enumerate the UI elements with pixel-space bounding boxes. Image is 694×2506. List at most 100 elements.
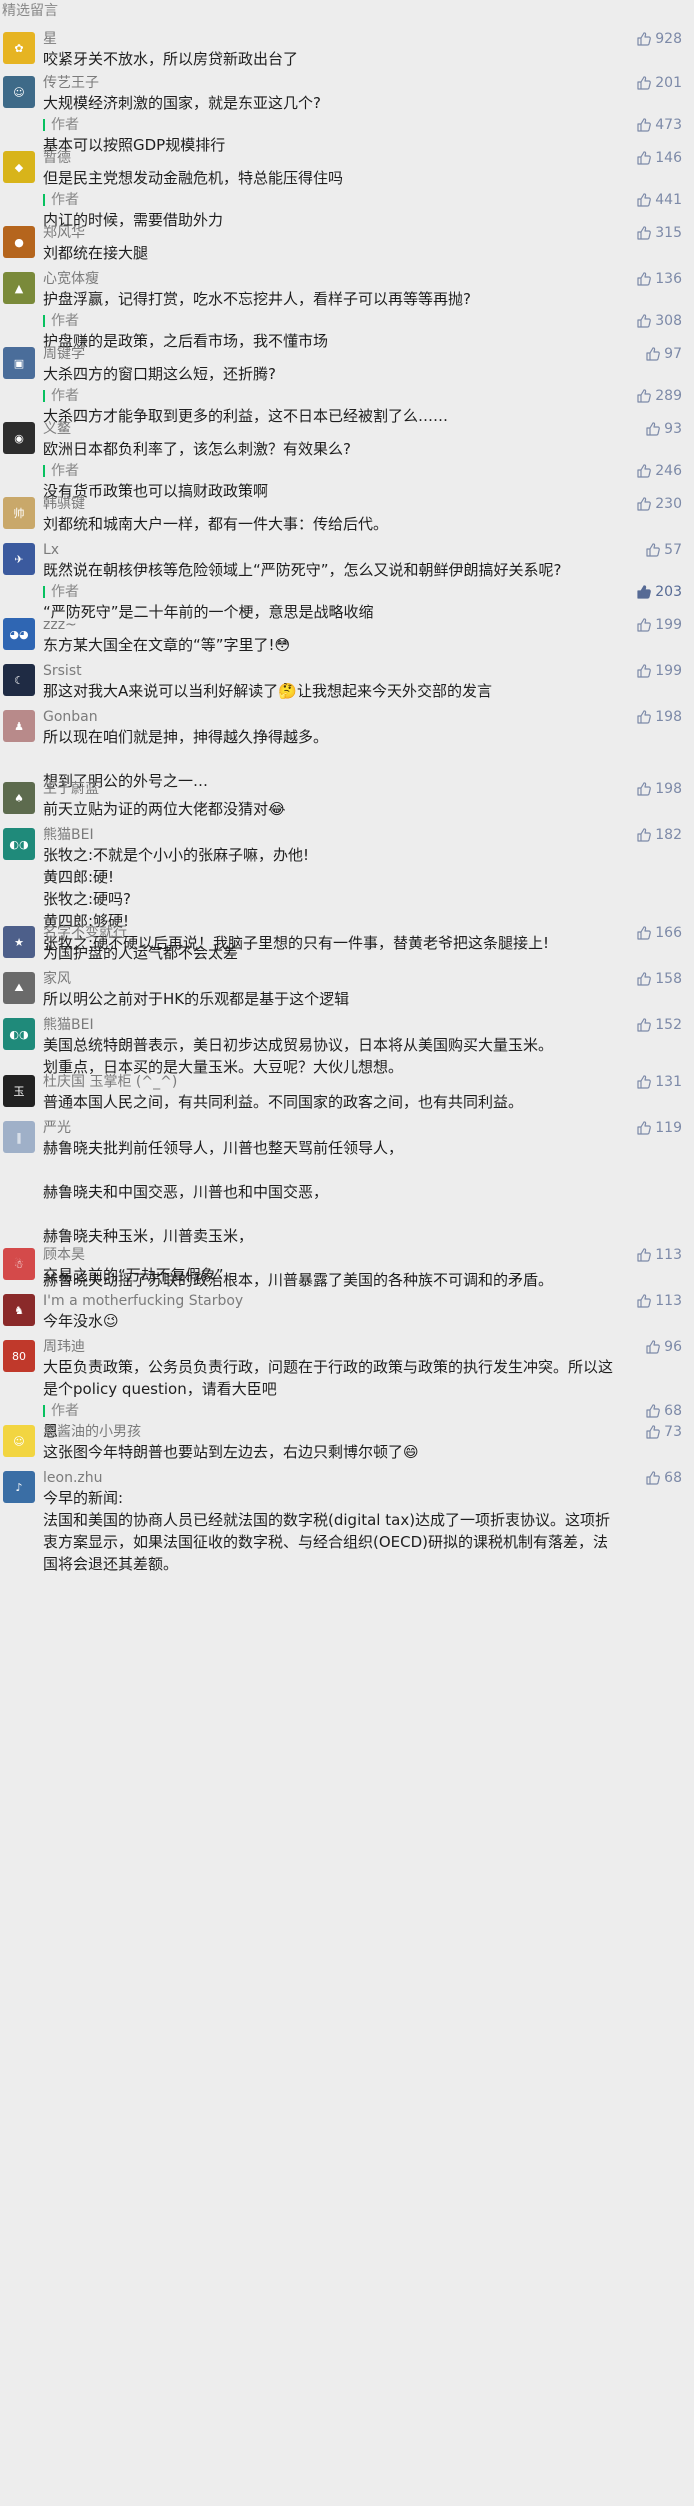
- comment-body: I'm a motherfucking Starboy 今年没水😉: [43, 1292, 682, 1332]
- like-count: 246: [655, 463, 682, 479]
- avatar[interactable]: ☃: [3, 1248, 35, 1280]
- thumbs-up-icon: [636, 584, 655, 600]
- avatar[interactable]: ◐◑: [3, 828, 35, 860]
- thumbs-up-icon: [645, 1403, 664, 1419]
- like-count: 131: [655, 1074, 682, 1090]
- like-button[interactable]: 182: [636, 826, 682, 844]
- commenter-name: zzz~: [43, 617, 77, 633]
- like-button[interactable]: 166: [636, 924, 682, 942]
- avatar[interactable]: ●: [3, 226, 35, 258]
- avatar[interactable]: ◆: [3, 151, 35, 183]
- commenter-name: Lx: [43, 542, 60, 558]
- comment-body: 杜庆国 玉掌柜 (^_^) 普通本国人民之间，有共同利益。不同国家的政客之间，也有…: [43, 1073, 682, 1113]
- like-count: 96: [664, 1339, 682, 1355]
- commenter-name: 家风: [43, 971, 71, 987]
- like-button[interactable]: 96: [645, 1338, 682, 1356]
- avatar[interactable]: ♞: [3, 1294, 35, 1326]
- avatar-glyph: ☾: [14, 673, 24, 687]
- avatar[interactable]: ◐◑: [3, 1018, 35, 1050]
- like-button[interactable]: 928: [636, 30, 682, 48]
- avatar[interactable]: ▲: [3, 272, 35, 304]
- like-button[interactable]: 119: [636, 1119, 682, 1137]
- like-button[interactable]: 198: [636, 708, 682, 726]
- comment-text: 这张图今年特朗普也要站到左边去，右边只剩博尔顿了😄: [43, 1443, 419, 1461]
- like-button[interactable]: 230: [636, 495, 682, 513]
- avatar[interactable]: ☾: [3, 664, 35, 696]
- avatar-glyph: ♞: [14, 1303, 24, 1317]
- like-button[interactable]: 152: [636, 1016, 682, 1034]
- avatar[interactable]: ‖: [3, 1121, 35, 1153]
- comment-text: 大规模经济刺激的国家，就是东亚这几个?: [43, 94, 321, 112]
- avatar[interactable]: ✈: [3, 543, 35, 575]
- like-button[interactable]: 146: [636, 149, 682, 167]
- comment-item: ● 郑风华 刘都统在接大腿 315: [0, 224, 694, 264]
- like-button[interactable]: 73: [645, 1423, 682, 1441]
- avatar[interactable]: ⛰: [3, 972, 35, 1004]
- comment-body: 传艺王子 大规模经济刺激的国家，就是东亚这几个? 作者 基本可以按照GDP规模排行: [43, 74, 682, 156]
- thumbs-up-icon: [636, 192, 655, 208]
- author-label: 作者: [51, 1403, 79, 1419]
- reply-like-button[interactable]: 308: [636, 312, 682, 330]
- commenter-name: Gonban: [43, 709, 98, 725]
- comment-text: 美国总统特朗普表示，美日初步达成贸易协议，日本将从美国购买大量玉米。 划重点，日…: [43, 1036, 554, 1076]
- reply-like-button[interactable]: 289: [636, 387, 682, 405]
- like-button[interactable]: 113: [636, 1292, 682, 1310]
- avatar[interactable]: ☺: [3, 76, 35, 108]
- thumbs-up-icon: [636, 117, 655, 133]
- thumbs-up-icon: [636, 1247, 655, 1263]
- avatar[interactable]: ◕◕: [3, 618, 35, 650]
- like-button[interactable]: 131: [636, 1073, 682, 1091]
- like-button[interactable]: 315: [636, 224, 682, 242]
- comment-text: 刘都统在接大腿: [43, 244, 149, 262]
- thumbs-up-icon: [636, 617, 655, 633]
- like-button[interactable]: 68: [645, 1469, 682, 1487]
- thumbs-up-icon: [645, 1424, 664, 1440]
- avatar[interactable]: ♟: [3, 710, 35, 742]
- author-tag: 作者: [43, 387, 622, 405]
- thumbs-up-icon: [645, 346, 664, 362]
- like-button[interactable]: 198: [636, 780, 682, 798]
- avatar[interactable]: 玉: [3, 1075, 35, 1107]
- like-button[interactable]: 136: [636, 270, 682, 288]
- avatar[interactable]: ♪: [3, 1471, 35, 1503]
- like-button[interactable]: 158: [636, 970, 682, 988]
- like-button[interactable]: 201: [636, 74, 682, 92]
- commenter-name: 杜庆国 玉掌柜 (^_^): [43, 1074, 178, 1090]
- reply-like-button[interactable]: 203: [636, 583, 682, 601]
- reply-like-button[interactable]: 441: [636, 191, 682, 209]
- thumbs-up-icon: [636, 663, 655, 679]
- avatar[interactable]: ◉: [3, 422, 35, 454]
- avatar-glyph: ●: [14, 235, 24, 249]
- avatar[interactable]: ✿: [3, 32, 35, 64]
- comment-text: 东方某大国全在文章的“等”字里了!😳: [43, 636, 291, 654]
- comment-item: ◉ 义鳌 欧洲日本都负利率了，该怎么刺激？有效果么? 作者 没有货币政策也可以搞财政政策…: [0, 420, 694, 502]
- comment-item: ▲ 心宽体瘦 护盘浮赢，记得打赏，吃水不忘挖井人，看样子可以再等等再抛? 作者 护盘赚的…: [0, 270, 694, 352]
- avatar[interactable]: 帅: [3, 497, 35, 529]
- avatar-glyph: 帅: [13, 507, 25, 520]
- like-button[interactable]: 199: [636, 662, 682, 680]
- like-button[interactable]: 199: [636, 616, 682, 634]
- avatar[interactable]: 80: [3, 1340, 35, 1372]
- avatar[interactable]: ▣: [3, 347, 35, 379]
- reply-like-button[interactable]: 68: [645, 1402, 682, 1420]
- like-button[interactable]: 113: [636, 1246, 682, 1264]
- avatar[interactable]: ★: [3, 926, 35, 958]
- comment-item: ⛰ 家风 所以明公之前对于HK的乐观都是基于这个逻辑 158: [0, 970, 694, 1010]
- like-count: 199: [655, 617, 682, 633]
- comment-item: ◕◕ zzz~ 东方某大国全在文章的“等”字里了!😳 199: [0, 616, 694, 656]
- like-button[interactable]: 97: [645, 345, 682, 363]
- thumbs-up-icon: [636, 1120, 655, 1136]
- thumbs-up-icon: [636, 388, 655, 404]
- avatar[interactable]: ♠: [3, 782, 35, 814]
- reply-like-button[interactable]: 473: [636, 116, 682, 134]
- avatar-glyph: ♪: [15, 1480, 23, 1494]
- comment-item: ☾ Srsist 那这对我大A来说可以当利好解读了🤔让我想起来今天外交部的发言 199: [0, 662, 694, 702]
- like-button[interactable]: 93: [645, 420, 682, 438]
- reply-like-button[interactable]: 246: [636, 462, 682, 480]
- comment-body: 熊猫BEI 美国总统特朗普表示，美日初步达成贸易协议，日本将从美国购买大量玉米。 …: [43, 1016, 682, 1078]
- avatar[interactable]: ☺: [3, 1425, 35, 1457]
- comment-body: 郑风华 刘都统在接大腿: [43, 224, 682, 264]
- author-label: 作者: [51, 192, 79, 208]
- author-label: 作者: [51, 388, 79, 404]
- like-button[interactable]: 57: [645, 541, 682, 559]
